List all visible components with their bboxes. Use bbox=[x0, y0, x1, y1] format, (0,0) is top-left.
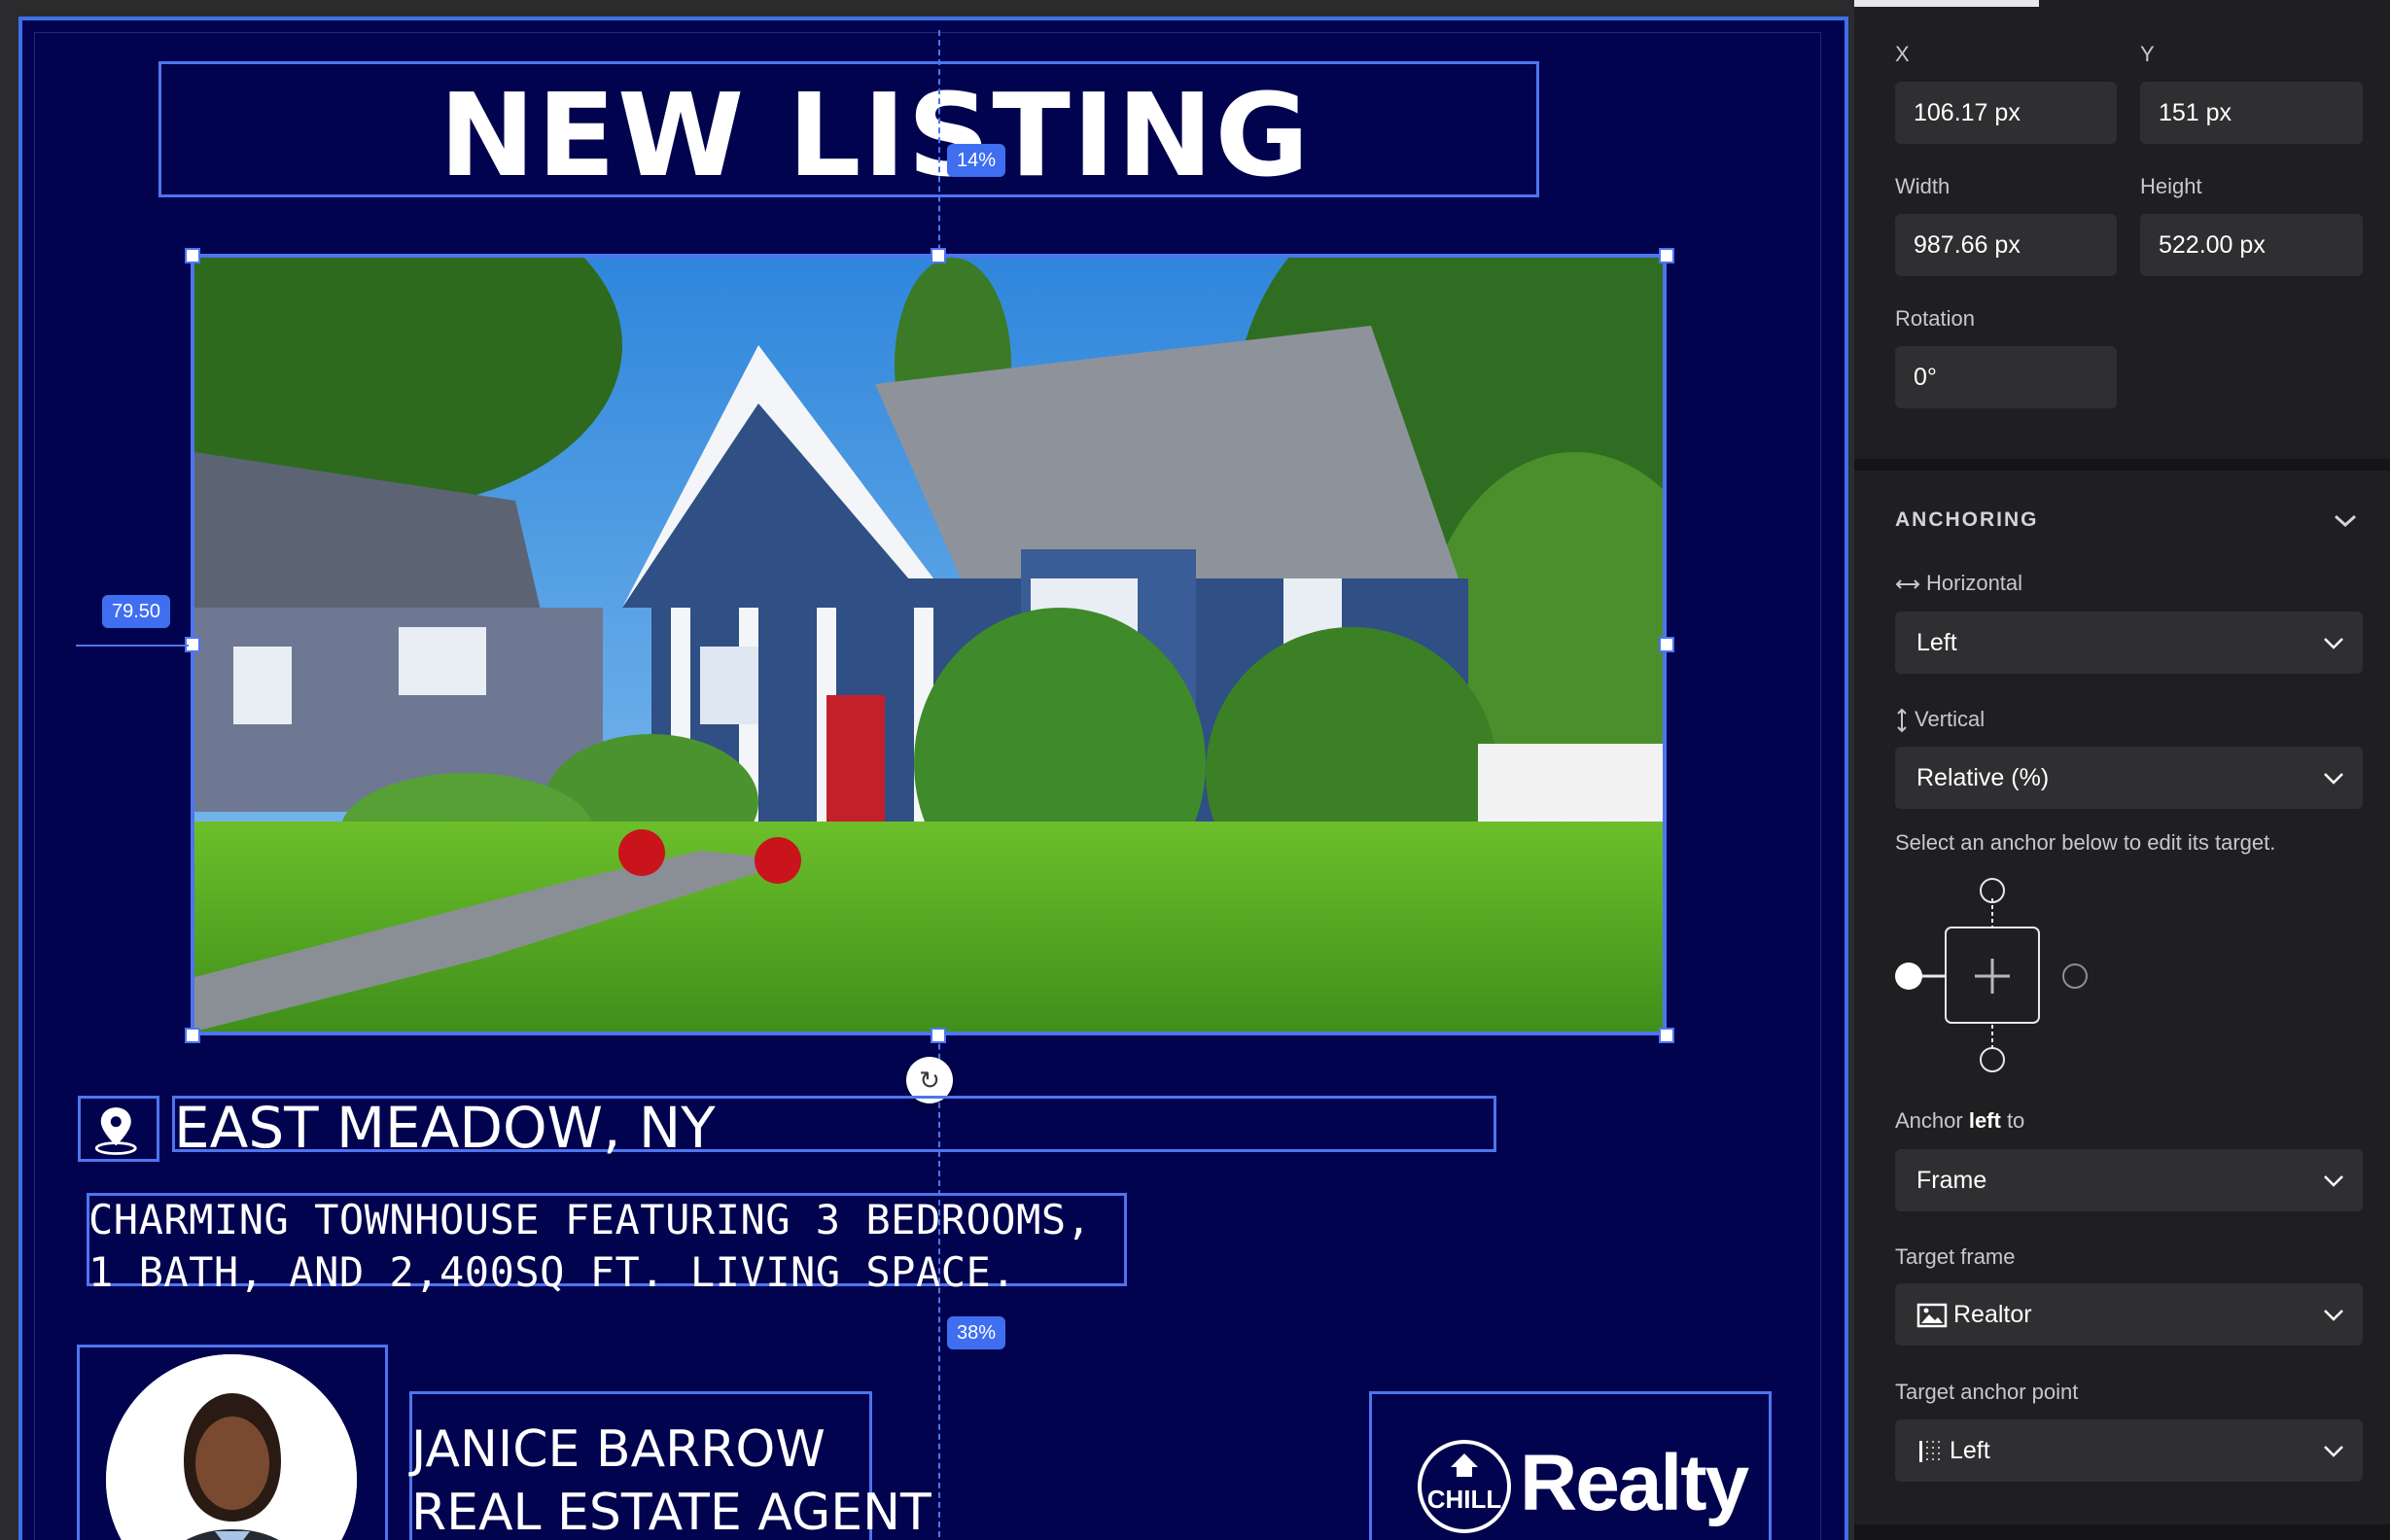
agent-name[interactable]: JANICE BARROW bbox=[411, 1420, 826, 1479]
vertical-label: Vertical bbox=[1895, 706, 1985, 733]
resize-handle-top[interactable] bbox=[931, 248, 946, 263]
anchor-to-prefix: Anchor bbox=[1895, 1108, 1969, 1133]
house-icon: CHILL bbox=[1418, 1440, 1511, 1533]
chevron-down-icon bbox=[2324, 773, 2343, 785]
photo-selection-outline bbox=[191, 254, 1667, 1035]
vertical-arrows-icon bbox=[1897, 708, 1907, 733]
target-point-dropdown[interactable]: Left bbox=[1895, 1419, 2363, 1482]
anchor-to-suffix: to bbox=[2000, 1108, 2025, 1133]
vertical-dropdown[interactable]: Relative (%) bbox=[1895, 747, 2363, 809]
design-canvas[interactable]: NEW LISTING 79.50 14% 38% ↻ EAST MEADOW,… bbox=[0, 0, 1850, 1540]
location-text[interactable]: EAST MEADOW, NY bbox=[174, 1096, 716, 1160]
agent-role[interactable]: REAL ESTATE AGENT bbox=[411, 1484, 931, 1540]
resize-handle-top-left[interactable] bbox=[185, 248, 200, 263]
anchor-to-value: Frame bbox=[1916, 1167, 1987, 1194]
x-label: X bbox=[1895, 42, 1910, 66]
horizontal-dropdown[interactable]: Left bbox=[1895, 612, 2363, 674]
resize-handle-bottom[interactable] bbox=[931, 1028, 946, 1043]
anchor-to-dropdown[interactable]: Frame bbox=[1895, 1149, 2363, 1211]
horizontal-value: Left bbox=[1916, 629, 1957, 656]
chevron-down-icon bbox=[2324, 1310, 2343, 1321]
resize-handle-bottom-right[interactable] bbox=[1659, 1028, 1674, 1043]
rotation-label: Rotation bbox=[1895, 306, 1975, 331]
horizontal-arrows-icon bbox=[1895, 579, 1920, 589]
horizontal-label: Horizontal bbox=[1895, 570, 2022, 597]
y-field[interactable]: 151 px bbox=[2140, 82, 2363, 144]
bottom-offset-badge: 38% bbox=[947, 1316, 1006, 1349]
width-label: Width bbox=[1895, 174, 1951, 198]
map-pin-icon bbox=[94, 1107, 137, 1155]
anchor-to-side: left bbox=[1968, 1108, 2001, 1133]
resize-handle-bottom-left[interactable] bbox=[185, 1028, 200, 1043]
properties-panel: X Y 106.17 px 151 px Width Height 987.66… bbox=[1854, 0, 2390, 1540]
target-frame-dropdown[interactable]: Realtor bbox=[1895, 1283, 2363, 1346]
target-point-label: Target anchor point bbox=[1895, 1380, 2079, 1404]
resize-handle-top-right[interactable] bbox=[1659, 248, 1674, 263]
horizontal-label-text: Horizontal bbox=[1926, 571, 2023, 595]
x-field[interactable]: 106.17 px bbox=[1895, 82, 2117, 144]
vertical-value: Relative (%) bbox=[1916, 764, 2050, 791]
brand-name[interactable]: Realty bbox=[1520, 1435, 1749, 1532]
target-frame-value: Realtor bbox=[1953, 1301, 2032, 1328]
active-tab-indicator bbox=[1854, 0, 2039, 7]
section-divider bbox=[1854, 1524, 2390, 1540]
width-field[interactable]: 987.66 px bbox=[1895, 214, 2117, 276]
chevron-down-icon bbox=[2324, 638, 2343, 649]
rotation-field[interactable]: 0° bbox=[1895, 346, 2117, 408]
chevron-down-icon[interactable] bbox=[2333, 509, 2358, 531]
anchor-selector[interactable] bbox=[1893, 871, 2088, 1077]
section-divider bbox=[1854, 459, 2390, 471]
artboard-frame[interactable]: NEW LISTING 79.50 14% 38% ↻ EAST MEADOW,… bbox=[18, 17, 1848, 1540]
listing-title[interactable]: NEW LISTING bbox=[22, 67, 1845, 203]
height-field[interactable]: 522.00 px bbox=[2140, 214, 2363, 276]
map-pin-frame[interactable] bbox=[78, 1096, 159, 1162]
left-offset-line bbox=[76, 645, 189, 647]
target-frame-label: Target frame bbox=[1895, 1244, 2016, 1269]
image-icon bbox=[1916, 1304, 1948, 1328]
target-point-value: Left bbox=[1950, 1437, 1990, 1464]
grid-anchor-icon bbox=[1919, 1441, 1940, 1463]
chevron-down-icon bbox=[2324, 1175, 2343, 1187]
title-offset-badge: 14% bbox=[947, 144, 1006, 177]
brand-mark-text: CHILL bbox=[1427, 1485, 1502, 1514]
y-label: Y bbox=[2140, 42, 2155, 66]
description-text[interactable]: CHARMING TOWNHOUSE FEATURING 3 BEDROOMS,… bbox=[88, 1194, 1139, 1299]
anchoring-heading[interactable]: ANCHORING bbox=[1895, 507, 2039, 534]
resize-handle-right[interactable] bbox=[1659, 637, 1674, 652]
chevron-down-icon bbox=[2324, 1446, 2343, 1457]
vertical-label-text: Vertical bbox=[1915, 707, 1986, 731]
left-offset-badge: 79.50 bbox=[102, 595, 171, 628]
height-label: Height bbox=[2140, 174, 2202, 198]
anchor-to-label: Anchor left to bbox=[1895, 1107, 2024, 1135]
anchor-hint: Select an anchor below to edit its targe… bbox=[1895, 830, 2276, 855]
